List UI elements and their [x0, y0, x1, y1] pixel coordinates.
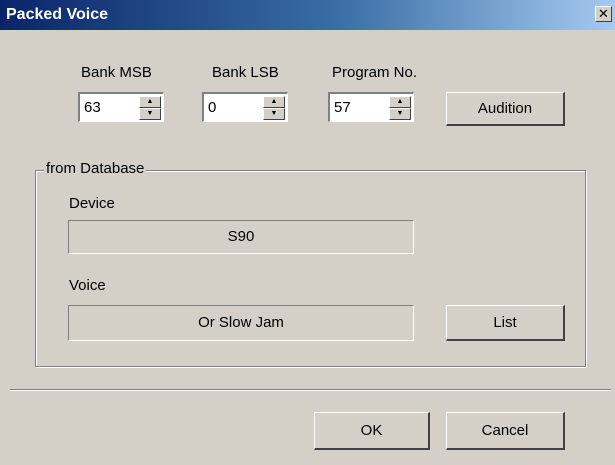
arrow-down-icon: ▼: [396, 110, 404, 117]
arrow-up-icon: ▲: [146, 98, 154, 105]
arrow-down-icon: ▼: [146, 110, 154, 117]
audition-button[interactable]: Audition: [446, 92, 565, 126]
bank-msb-spin-buttons: ▲ ▼: [139, 96, 161, 120]
program-no-spinbox[interactable]: 57 ▲ ▼: [328, 92, 414, 122]
separator: [10, 389, 611, 391]
cancel-button[interactable]: Cancel: [446, 412, 565, 450]
close-button[interactable]: ✕: [595, 6, 612, 22]
list-button[interactable]: List: [446, 305, 565, 341]
arrow-up-icon: ▲: [270, 98, 278, 105]
bank-lsb-down-button[interactable]: ▼: [263, 108, 285, 120]
database-group-label: from Database: [44, 160, 147, 177]
bank-msb-label: Bank MSB: [81, 64, 152, 81]
arrow-down-icon: ▼: [270, 110, 278, 117]
program-no-value[interactable]: 57: [334, 99, 351, 116]
voice-label: Voice: [69, 277, 106, 294]
title-bar[interactable]: Packed Voice ✕: [0, 0, 615, 30]
bank-lsb-up-button[interactable]: ▲: [263, 96, 285, 108]
bank-msb-up-button[interactable]: ▲: [139, 96, 161, 108]
close-icon: ✕: [598, 6, 609, 21]
bank-msb-value[interactable]: 63: [84, 99, 101, 116]
program-no-label: Program No.: [332, 64, 418, 81]
arrow-up-icon: ▲: [396, 98, 404, 105]
packed-voice-dialog: Packed Voice ✕ Bank MSB 63 ▲ ▼ Bank LSB …: [0, 0, 615, 465]
ok-button[interactable]: OK: [314, 412, 430, 450]
bank-msb-down-button[interactable]: ▼: [139, 108, 161, 120]
window-title: Packed Voice: [6, 6, 108, 23]
bank-lsb-label: Bank LSB: [212, 64, 279, 81]
bank-lsb-spin-buttons: ▲ ▼: [263, 96, 285, 120]
device-label: Device: [69, 195, 115, 212]
program-no-spin-buttons: ▲ ▼: [389, 96, 411, 120]
program-no-down-button[interactable]: ▼: [389, 108, 411, 120]
bank-lsb-value[interactable]: 0: [208, 99, 216, 116]
device-display[interactable]: S90: [68, 220, 414, 254]
voice-display[interactable]: Or Slow Jam: [68, 305, 414, 341]
bank-msb-spinbox[interactable]: 63 ▲ ▼: [78, 92, 164, 122]
program-no-up-button[interactable]: ▲: [389, 96, 411, 108]
bank-lsb-spinbox[interactable]: 0 ▲ ▼: [202, 92, 288, 122]
